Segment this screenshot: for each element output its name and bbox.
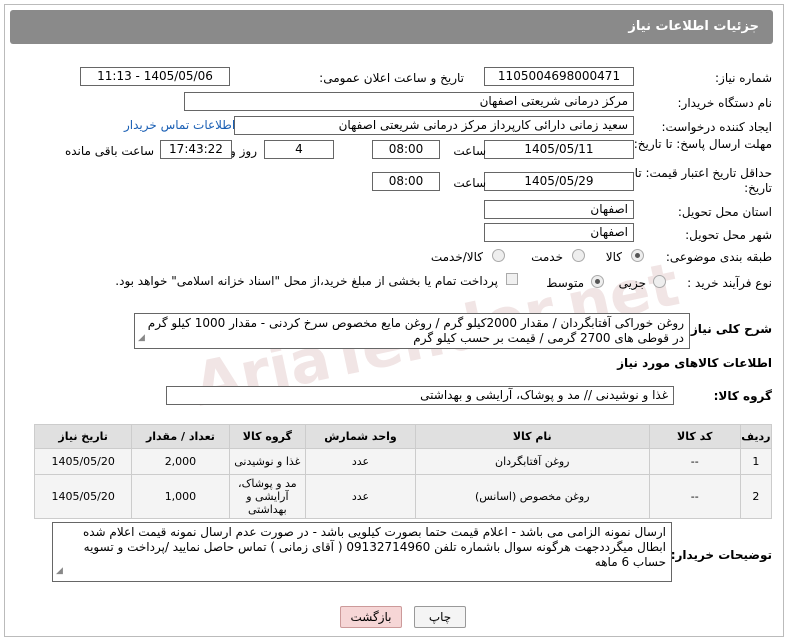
- col-header-need-date: تاریخ نیاز: [33, 424, 133, 449]
- cell-row-number: 2: [739, 474, 773, 519]
- page-title: جزئیات اطلاعات نیاز: [628, 19, 759, 34]
- validity-time-label: ساعت: [453, 176, 486, 190]
- goods-group-label: گروه کالا:: [713, 389, 772, 403]
- category-radio-goods[interactable]: [631, 249, 644, 262]
- category-option-goods-label: کالا: [605, 250, 622, 264]
- general-description-field: روغن خوراکی آفتابگردان / مقدار 2000کیلو …: [134, 313, 690, 349]
- buyer-notes-field: ارسال نمونه الزامی می باشد - اعلام قیمت …: [52, 522, 672, 582]
- price-validity-label: حداقل تاریخ اعتبار قیمت: تا تاریخ:: [634, 166, 772, 195]
- process-radio-medium[interactable]: [591, 275, 604, 288]
- requester-field: سعید زمانی دارائی کارپرداز مرکز درمانی ش…: [234, 116, 634, 135]
- goods-group-field: غذا و نوشیدنی // مد و پوشاک، آرایشی و به…: [166, 386, 674, 405]
- col-header-unit: واحد شمارش: [305, 424, 416, 449]
- requester-label: ایجاد کننده درخواست:: [661, 120, 772, 134]
- col-header-item-name: نام کالا: [414, 424, 650, 449]
- category-option-both-label: کالا/خدمت: [430, 250, 483, 264]
- process-radio-minor[interactable]: [653, 275, 666, 288]
- days-and-label: روز و: [230, 144, 257, 158]
- delivery-province-label: استان محل تحویل:: [677, 205, 772, 219]
- table-row: 1 -- روغن آفتابگردان عدد غذا و نوشیدنی 2…: [33, 448, 773, 475]
- col-header-item-group: گروه کالا: [228, 424, 307, 449]
- resize-handle-icon[interactable]: ◢: [56, 564, 63, 579]
- cell-item-group: غذا و نوشیدنی: [228, 448, 307, 475]
- validity-time-field: 08:00: [372, 172, 440, 191]
- process-option-medium-label: متوسط: [546, 276, 584, 290]
- reply-time-field: 08:00: [372, 140, 440, 159]
- announce-datetime-label: تاریخ و ساعت اعلان عمومی:: [319, 71, 464, 85]
- need-number-label: شماره نیاز:: [715, 71, 772, 85]
- category-radio-both[interactable]: [492, 249, 505, 262]
- category-option-service-label: خدمت: [531, 250, 563, 264]
- cell-item-name: روغن مخصوص (اسانس): [414, 474, 650, 519]
- print-button[interactable]: چاپ: [414, 606, 466, 628]
- cell-unit: عدد: [305, 448, 416, 475]
- process-type-label: نوع فرآیند خرید :: [687, 276, 772, 290]
- resize-handle-icon[interactable]: ◢: [138, 331, 145, 346]
- days-field: 4: [264, 140, 334, 159]
- col-header-row-number: ردیف: [739, 424, 773, 449]
- time-remaining-label: ساعت باقی مانده: [64, 144, 154, 158]
- treasury-text: پرداخت تمام یا بخشی از مبلغ خرید،از محل …: [115, 274, 498, 288]
- cell-item-code: --: [648, 474, 741, 519]
- buyer-org-field: مرکز درمانی شریعتی اصفهان: [184, 92, 634, 111]
- goods-info-heading: اطلاعات کالاهای مورد نیاز: [617, 356, 772, 370]
- reply-date-field: 1405/05/11: [484, 140, 634, 159]
- reply-deadline-label: مهلت ارسال پاسخ: تا تاریخ:: [633, 137, 772, 151]
- col-header-item-code: کد کالا: [648, 424, 741, 449]
- table-row: 2 -- روغن مخصوص (اسانس) عدد مد و پوشاک، …: [33, 474, 773, 519]
- category-radio-service[interactable]: [572, 249, 585, 262]
- cell-row-number: 1: [739, 448, 773, 475]
- category-label: طبقه بندی موضوعی:: [665, 250, 772, 264]
- cell-item-group: مد و پوشاک، آرایشی و بهداشتی: [228, 474, 307, 519]
- delivery-province-field: اصفهان: [484, 200, 634, 219]
- time-remaining-field: 17:43:22: [160, 140, 232, 159]
- col-header-quantity: تعداد / مقدار: [131, 424, 230, 449]
- reply-time-label: ساعت: [453, 144, 486, 158]
- need-number-field: 1105004698000471: [484, 67, 634, 86]
- general-description-text: روغن خوراکی آفتابگردان / مقدار 2000کیلو …: [147, 316, 684, 345]
- cell-need-date: 1405/05/20: [33, 448, 133, 475]
- table-header-row: ردیف کد کالا نام کالا واحد شمارش گروه کا…: [33, 424, 773, 449]
- cell-quantity: 1,000: [131, 474, 230, 519]
- buyer-notes-text: ارسال نمونه الزامی می باشد - اعلام قیمت …: [82, 525, 666, 569]
- contact-info-link[interactable]: اطلاعات تماس خریدار: [124, 118, 235, 132]
- back-button[interactable]: بازگشت: [340, 606, 402, 628]
- items-table: ردیف کد کالا نام کالا واحد شمارش گروه کا…: [33, 424, 773, 519]
- treasury-checkbox[interactable]: [506, 273, 518, 285]
- buyer-notes-label: توضیحات خریدار:: [670, 548, 772, 562]
- buyer-org-label: نام دستگاه خریدار:: [677, 96, 773, 110]
- title-bar: جزئیات اطلاعات نیاز: [10, 10, 773, 44]
- process-option-minor-label: جزیی: [618, 276, 646, 290]
- cell-unit: عدد: [305, 474, 416, 519]
- delivery-city-label: شهر محل تحویل:: [685, 228, 772, 242]
- cell-item-name: روغن آفتابگردان: [414, 448, 650, 475]
- cell-quantity: 2,000: [131, 448, 230, 475]
- cell-need-date: 1405/05/20: [33, 474, 133, 519]
- announce-datetime-field: 1405/05/06 - 11:13: [80, 67, 230, 86]
- general-description-label: شرح کلی نیاز:: [686, 322, 772, 336]
- delivery-city-field: اصفهان: [484, 223, 634, 242]
- validity-date-field: 1405/05/29: [484, 172, 634, 191]
- cell-item-code: --: [648, 448, 741, 475]
